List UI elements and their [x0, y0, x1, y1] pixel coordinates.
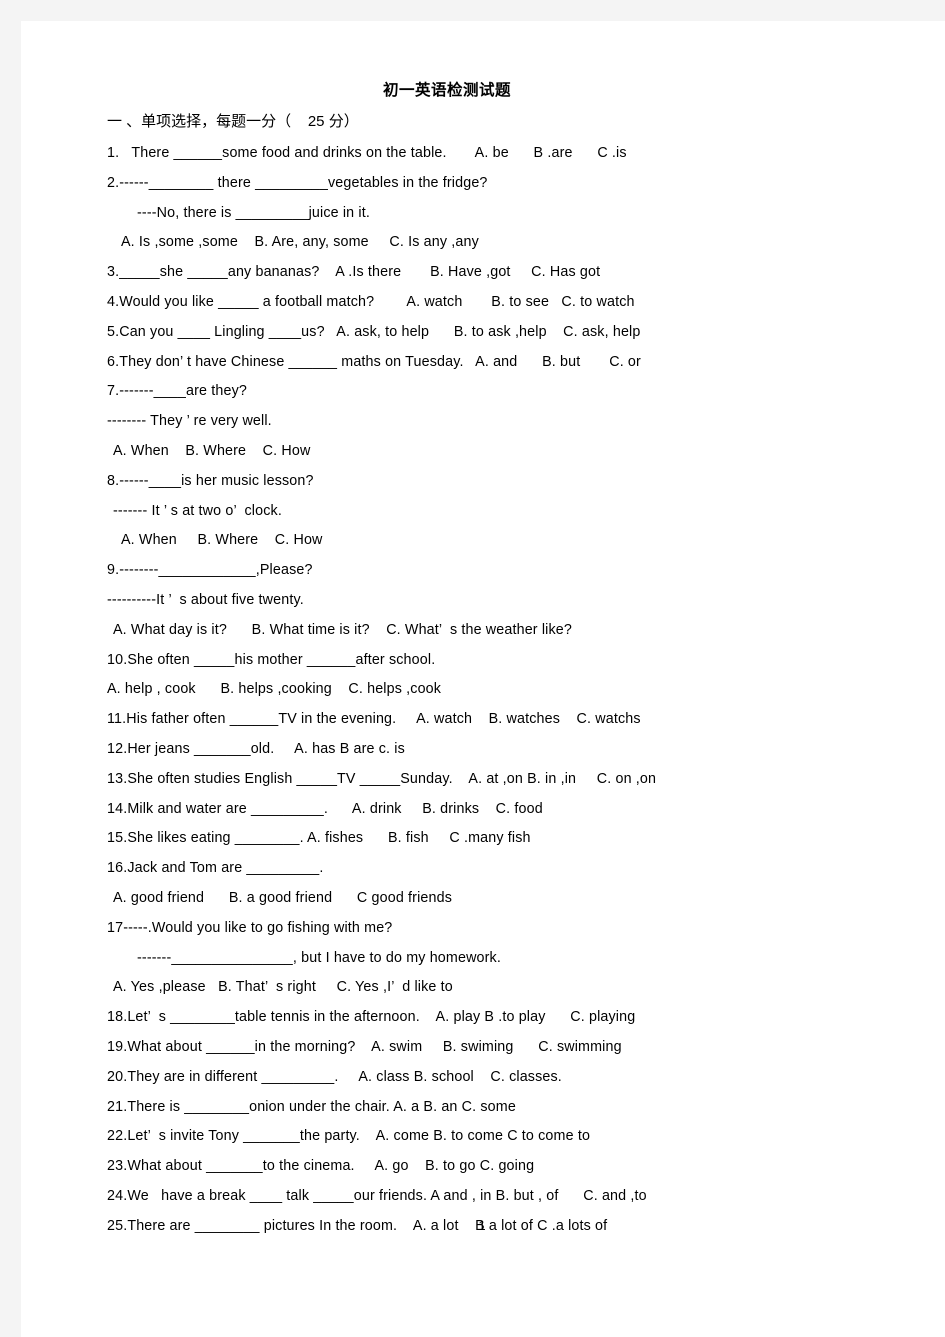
question-line: 19.What about ______in the morning? A. s…	[107, 1038, 622, 1055]
question-line: 24.We have a break ____ talk _____our fr…	[107, 1187, 647, 1204]
question-line: A. What day is it? B. What time is it? C…	[113, 621, 572, 638]
question-line: 10.She often _____his mother ______after…	[107, 651, 436, 668]
question-line: 11.His father often ______TV in the even…	[107, 711, 641, 728]
question-line: A. Yes ,please B. That’ s right C. Yes ,…	[113, 979, 453, 996]
question-line: 3._____she _____any bananas? A .Is there…	[107, 264, 601, 281]
question-line: 23.What about _______to the cinema. A. g…	[107, 1158, 535, 1175]
section-heading: 一 、单项选择，每题一分（ 25 分）	[107, 113, 359, 130]
question-line: 8.------____is her music lesson?	[107, 472, 314, 489]
page-number: 1	[478, 1218, 486, 1233]
question-line: 9.--------____________,Please?	[107, 562, 313, 579]
question-line: A. Is ,some ,some B. Are, any, some C. I…	[121, 234, 479, 251]
question-line: 20.They are in different _________. A. c…	[107, 1068, 562, 1085]
question-line: 13.She often studies English _____TV ___…	[107, 770, 657, 787]
document-page: 初一英语检测试题 一 、单项选择，每题一分（ 25 分） 1. There __…	[21, 21, 945, 1337]
question-line: 15.She likes eating ________. A. fishes …	[107, 830, 531, 847]
document-content: 初一英语检测试题 一 、单项选择，每题一分（ 25 分） 1. There __…	[107, 78, 907, 1241]
question-list: 1. There ______some food and drinks on t…	[107, 139, 907, 1241]
question-line: 6.They don’ t have Chinese ______ maths …	[107, 353, 641, 370]
question-line: ----------It ’ s about five twenty.	[107, 591, 304, 608]
question-line: 22.Let’ s invite Tony _______the party. …	[107, 1128, 591, 1145]
question-line: A. When B. Where C. How	[113, 442, 311, 459]
question-line: 2.------________ there _________vegetabl…	[107, 174, 488, 191]
question-line: 5.Can you ____ Lingling ____us? A. ask, …	[107, 323, 641, 340]
question-line: 14.Milk and water are _________. A. drin…	[107, 800, 543, 817]
question-line: 7.-------____are they?	[107, 383, 247, 400]
question-line: A. good friend B. a good friend C good f…	[113, 889, 453, 906]
question-line: ------- It ’ s at two o’ clock.	[113, 502, 282, 519]
question-line: 21.There is ________onion under the chai…	[107, 1098, 516, 1115]
question-line: A. When B. Where C. How	[121, 532, 323, 549]
question-line: A. help , cook B. helps ,cooking C. help…	[107, 681, 442, 698]
question-line: 18.Let’ s ________table tennis in the af…	[107, 1009, 636, 1026]
question-line: ----No, there is _________juice in it.	[137, 204, 370, 221]
question-line: -------- They ’ re very well.	[107, 413, 272, 430]
question-line: 16.Jack and Tom are _________.	[107, 860, 324, 877]
question-line: 12.Her jeans _______old. A. has B are c.…	[107, 740, 405, 757]
page-title: 初一英语检测试题	[382, 82, 511, 99]
question-line: 1. There ______some food and drinks on t…	[107, 145, 627, 161]
question-line: 17-----.Would you like to go fishing wit…	[107, 919, 393, 936]
question-line: -------_______________, but I have to do…	[137, 949, 501, 966]
question-line: 4.Would you like _____ a football match?…	[107, 293, 635, 310]
